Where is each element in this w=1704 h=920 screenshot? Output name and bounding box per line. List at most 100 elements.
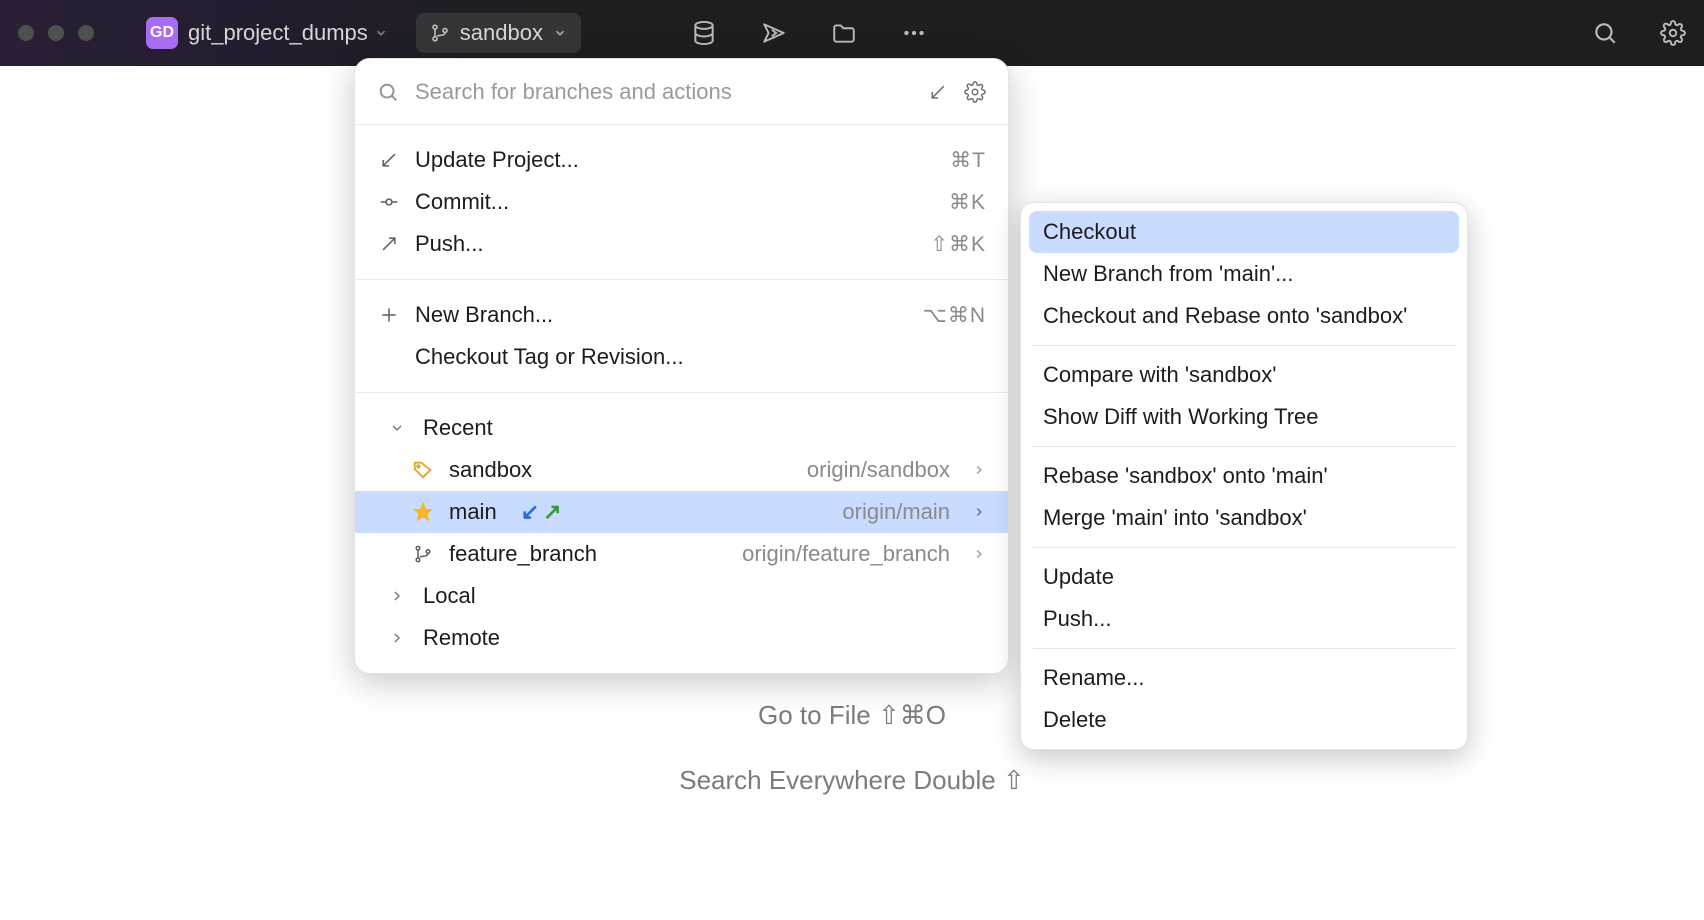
new-branch-action[interactable]: New Branch... ⌥⌘N xyxy=(355,294,1008,336)
git-branches-popup: Update Project... ⌘T Commit... ⌘K Push..… xyxy=(354,58,1009,674)
action-label: Checkout Tag or Revision... xyxy=(415,344,986,370)
divider xyxy=(1033,547,1455,548)
branch-tracking-label: origin/sandbox xyxy=(807,457,950,483)
remote-group[interactable]: Remote xyxy=(355,617,1008,659)
minimize-window-icon[interactable] xyxy=(48,25,64,41)
update-icon xyxy=(377,150,401,170)
git-actions-section: Update Project... ⌘T Commit... ⌘K Push..… xyxy=(355,125,1008,279)
branch-item-sandbox[interactable]: sandbox origin/sandbox xyxy=(355,449,1008,491)
popup-search-row xyxy=(355,59,1008,125)
update-project-action[interactable]: Update Project... ⌘T xyxy=(355,139,1008,181)
push-icon xyxy=(377,234,401,254)
recent-group[interactable]: Recent xyxy=(355,407,1008,449)
chevron-right-icon xyxy=(972,547,986,561)
fetch-icon[interactable] xyxy=(928,82,948,102)
chevron-down-icon xyxy=(385,420,409,436)
branch-name: sandbox xyxy=(460,20,543,46)
menu-item-update[interactable]: Update xyxy=(1029,556,1459,598)
group-label: Remote xyxy=(423,625,986,651)
branch-item-feature[interactable]: feature_branch origin/feature_branch xyxy=(355,533,1008,575)
branch-name: main xyxy=(449,499,497,525)
branch-search-input[interactable] xyxy=(415,79,912,105)
menu-item-checkout-rebase[interactable]: Checkout and Rebase onto 'sandbox' xyxy=(1029,295,1459,337)
vcs-branch-widget[interactable]: sandbox xyxy=(416,13,581,53)
menu-item-show-diff[interactable]: Show Diff with Working Tree xyxy=(1029,396,1459,438)
menu-item-label: Rebase 'sandbox' onto 'main' xyxy=(1043,463,1328,489)
fullscreen-window-icon[interactable] xyxy=(78,25,94,41)
divider xyxy=(1033,345,1455,346)
database-icon[interactable] xyxy=(691,20,717,46)
commit-action[interactable]: Commit... ⌘K xyxy=(355,181,1008,223)
menu-item-label: Compare with 'sandbox' xyxy=(1043,362,1276,388)
project-name-button[interactable]: git_project_dumps xyxy=(188,20,368,46)
action-label: Push... xyxy=(415,231,916,257)
run-icon[interactable] xyxy=(761,20,787,46)
titlebar-center-tools xyxy=(691,20,927,46)
commit-icon xyxy=(377,192,401,212)
branch-name: feature_branch xyxy=(449,541,728,567)
menu-item-rename[interactable]: Rename... xyxy=(1029,657,1459,699)
titlebar: GD git_project_dumps sandbox xyxy=(0,0,1704,66)
branch-mgmt-section: New Branch... ⌥⌘N Checkout Tag or Revisi… xyxy=(355,280,1008,392)
menu-item-label: Checkout and Rebase onto 'sandbox' xyxy=(1043,303,1407,329)
plus-icon xyxy=(377,305,401,325)
branch-context-submenu: Checkout New Branch from 'main'... Check… xyxy=(1020,202,1468,750)
action-label: New Branch... xyxy=(415,302,909,328)
folder-icon[interactable] xyxy=(831,20,857,46)
menu-item-label: Checkout xyxy=(1043,219,1136,245)
more-icon[interactable] xyxy=(901,20,927,46)
checkout-tag-action[interactable]: Checkout Tag or Revision... xyxy=(355,336,1008,378)
action-label: Commit... xyxy=(415,189,935,215)
settings-gear-icon[interactable] xyxy=(1660,20,1686,46)
menu-item-label: Update xyxy=(1043,564,1114,590)
chevron-down-icon xyxy=(553,26,567,40)
hint-search-everywhere: Search Everywhere Double ⇧ xyxy=(0,765,1704,796)
action-shortcut: ⌘K xyxy=(949,190,986,215)
action-shortcut: ⇧⌘K xyxy=(930,232,986,257)
branch-name: sandbox xyxy=(449,457,793,483)
menu-item-label: Show Diff with Working Tree xyxy=(1043,404,1319,430)
action-label: Update Project... xyxy=(415,147,936,173)
titlebar-right-tools xyxy=(1592,20,1686,46)
branches-tree-section: Recent sandbox origin/sandbox main ↙↗ or… xyxy=(355,393,1008,673)
divider xyxy=(1033,648,1455,649)
chevron-down-icon[interactable] xyxy=(374,26,388,40)
chevron-right-icon xyxy=(385,588,409,604)
menu-item-label: Merge 'main' into 'sandbox' xyxy=(1043,505,1307,531)
menu-item-label: Push... xyxy=(1043,606,1111,632)
menu-item-new-branch-from[interactable]: New Branch from 'main'... xyxy=(1029,253,1459,295)
close-window-icon[interactable] xyxy=(18,25,34,41)
action-shortcut: ⌥⌘N xyxy=(923,303,986,328)
group-label: Recent xyxy=(423,415,986,441)
search-icon[interactable] xyxy=(1592,20,1618,46)
incoming-outgoing-icon: ↙↗ xyxy=(521,499,562,525)
chevron-right-icon xyxy=(385,630,409,646)
push-action[interactable]: Push... ⇧⌘K xyxy=(355,223,1008,265)
chevron-right-icon xyxy=(972,463,986,477)
branch-icon xyxy=(411,544,435,564)
divider xyxy=(1033,446,1455,447)
menu-item-checkout[interactable]: Checkout xyxy=(1029,211,1459,253)
menu-item-push[interactable]: Push... xyxy=(1029,598,1459,640)
menu-item-label: New Branch from 'main'... xyxy=(1043,261,1293,287)
menu-item-compare[interactable]: Compare with 'sandbox' xyxy=(1029,354,1459,396)
window-traffic-lights xyxy=(18,25,94,41)
search-icon xyxy=(377,81,399,103)
group-label: Local xyxy=(423,583,986,609)
star-icon xyxy=(411,501,435,523)
local-group[interactable]: Local xyxy=(355,575,1008,617)
tag-icon xyxy=(411,459,435,481)
menu-item-delete[interactable]: Delete xyxy=(1029,699,1459,741)
menu-item-label: Delete xyxy=(1043,707,1107,733)
branch-icon xyxy=(430,23,450,43)
branch-item-main[interactable]: main ↙↗ origin/main xyxy=(355,491,1008,533)
branch-tracking-label: origin/feature_branch xyxy=(742,541,950,567)
menu-item-label: Rename... xyxy=(1043,665,1145,691)
gear-icon[interactable] xyxy=(964,81,986,103)
branch-tracking-label: origin/main xyxy=(842,499,950,525)
chevron-right-icon xyxy=(972,505,986,519)
menu-item-rebase[interactable]: Rebase 'sandbox' onto 'main' xyxy=(1029,455,1459,497)
project-badge: GD xyxy=(146,17,178,49)
action-shortcut: ⌘T xyxy=(950,148,986,173)
menu-item-merge[interactable]: Merge 'main' into 'sandbox' xyxy=(1029,497,1459,539)
